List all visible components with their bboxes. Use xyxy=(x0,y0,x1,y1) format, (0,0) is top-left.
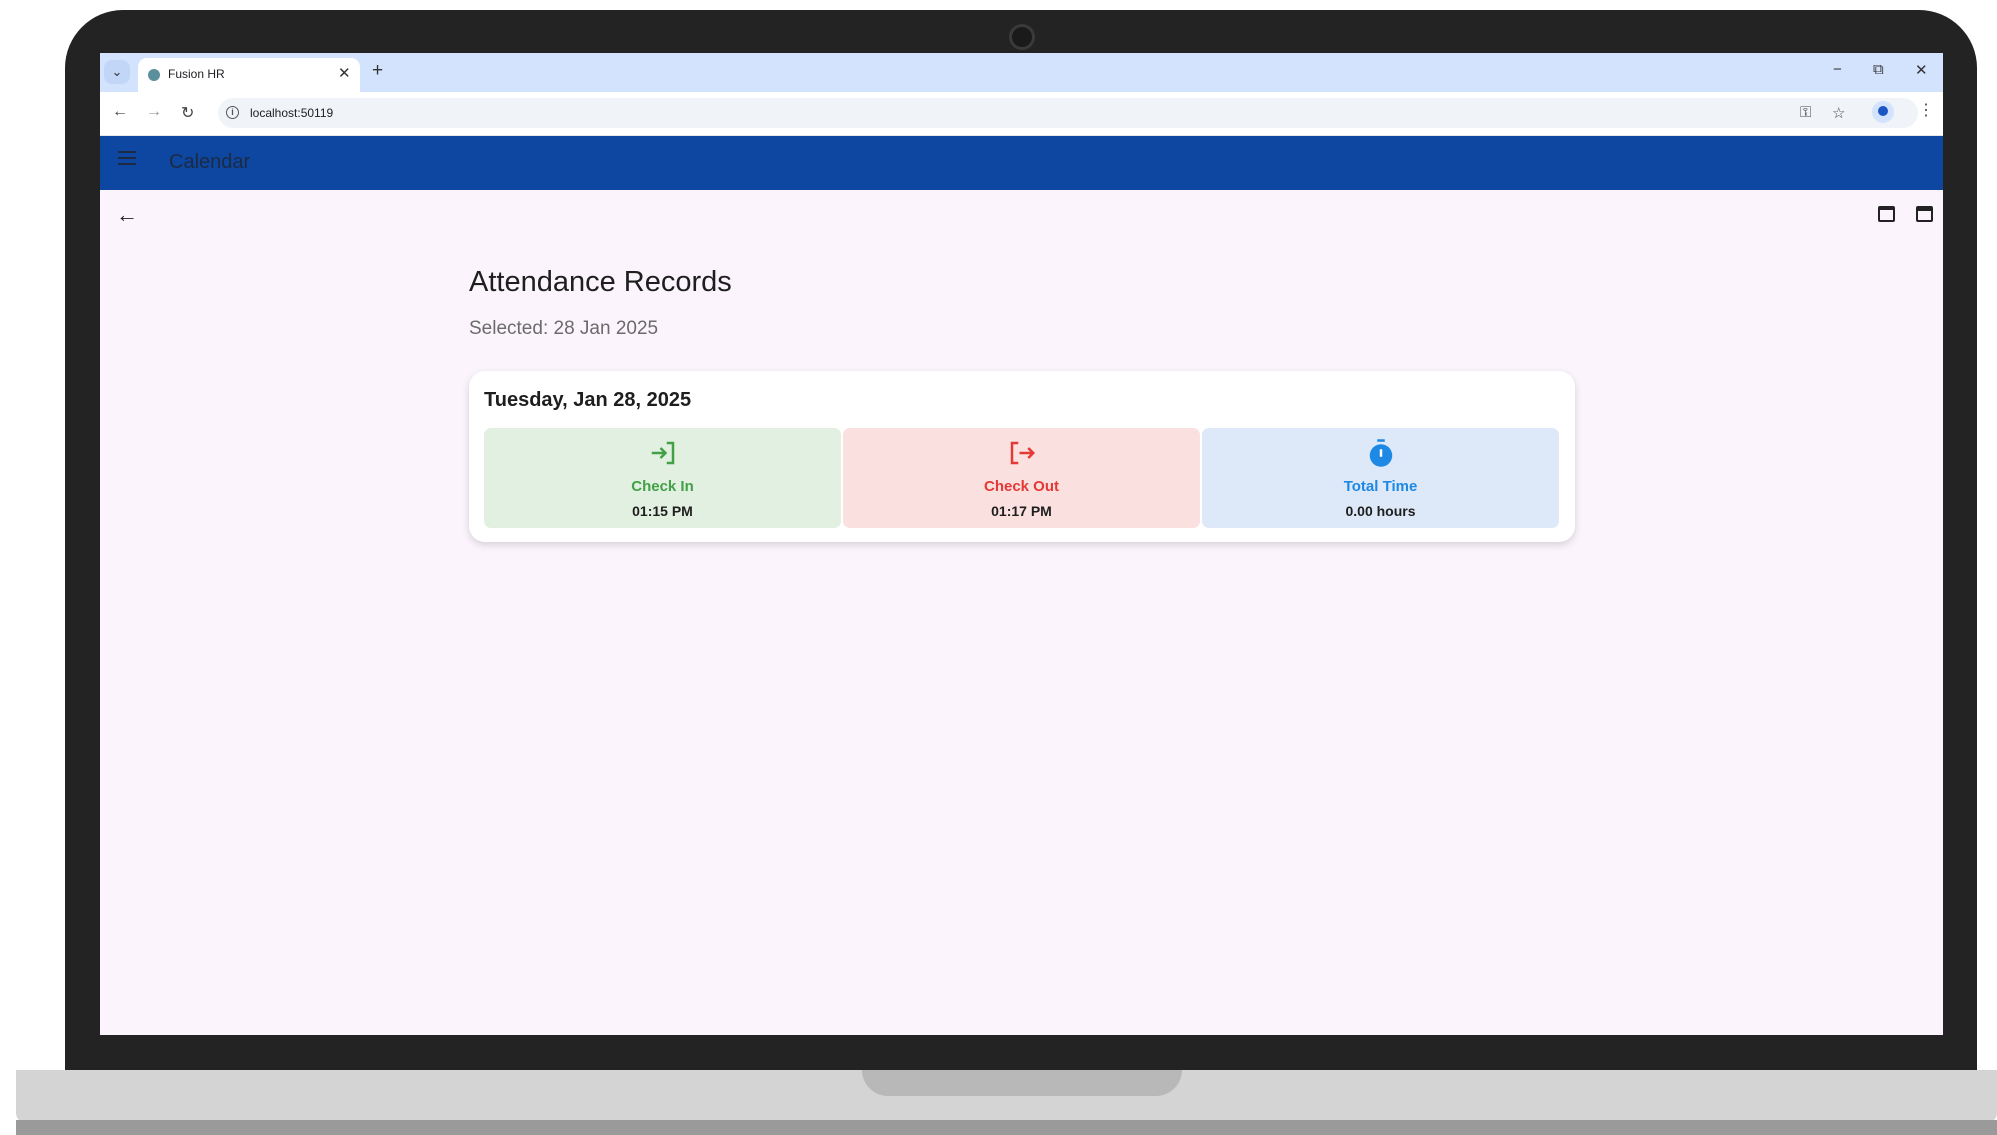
reload-icon[interactable]: ↻ xyxy=(181,103,194,123)
laptop-base-bottom xyxy=(16,1120,1997,1135)
total-time-tile: Total Time 0.00 hours xyxy=(1202,428,1559,528)
restore-icon[interactable]: ⧉ xyxy=(1873,61,1884,78)
calendar-month-icon[interactable] xyxy=(1916,206,1933,222)
check-out-tile: Check Out 01:17 PM xyxy=(843,428,1200,528)
hamburger-menu-icon[interactable] xyxy=(118,151,136,165)
close-window-icon[interactable]: ✕ xyxy=(1915,61,1928,79)
address-bar[interactable]: i localhost:50119 ⚿ ☆ xyxy=(218,98,1918,128)
tab-search-button[interactable]: ⌄ xyxy=(104,60,130,84)
card-date: Tuesday, Jan 28, 2025 xyxy=(484,389,692,411)
browser-toolbar: ← → ↻ i localhost:50119 ⚿ ☆ ⋮ xyxy=(100,92,1943,136)
tab-title: Fusion HR xyxy=(168,67,225,81)
favicon-icon xyxy=(148,69,160,81)
check-in-time: 01:15 PM xyxy=(632,503,693,519)
app-bar: Calendar xyxy=(100,136,1943,190)
total-time-label: Total Time xyxy=(1343,478,1418,495)
forward-nav-icon[interactable]: → xyxy=(146,103,162,121)
url-text[interactable]: localhost:50119 xyxy=(250,106,333,120)
webcam xyxy=(1009,24,1035,50)
site-info-icon[interactable]: i xyxy=(226,106,239,119)
calendar-icon[interactable] xyxy=(1878,206,1895,222)
back-arrow-icon[interactable]: ← xyxy=(116,202,138,228)
minimize-icon[interactable]: − xyxy=(1833,61,1842,78)
browser-menu-icon[interactable]: ⋮ xyxy=(1918,100,1934,120)
login-icon xyxy=(484,436,841,470)
total-time-value: 0.00 hours xyxy=(1345,503,1416,519)
check-in-label: Check In xyxy=(631,478,694,495)
check-in-tile: Check In 01:15 PM xyxy=(484,428,841,528)
password-key-icon[interactable]: ⚿ xyxy=(1800,104,1811,121)
back-nav-icon[interactable]: ← xyxy=(112,103,128,121)
new-tab-button[interactable]: + xyxy=(372,60,383,82)
browser-tab-strip: ⌄ Fusion HR ✕ + − ⧉ ✕ xyxy=(100,53,1943,92)
attendance-card: Tuesday, Jan 28, 2025 Check In 01:15 PM … xyxy=(469,371,1575,542)
screen: ⌄ Fusion HR ✕ + − ⧉ ✕ ← → ↻ i localhost:… xyxy=(100,53,1943,1035)
laptop-base-notch xyxy=(862,1070,1182,1096)
page-title: Attendance Records xyxy=(469,266,732,298)
bookmark-star-icon[interactable]: ☆ xyxy=(1832,104,1845,122)
app-bar-title: Calendar xyxy=(169,151,251,173)
check-out-time: 01:17 PM xyxy=(991,503,1052,519)
check-out-label: Check Out xyxy=(983,478,1059,495)
browser-tab[interactable]: Fusion HR ✕ xyxy=(138,58,360,92)
profile-avatar-icon[interactable] xyxy=(1872,101,1894,123)
selected-date-label: Selected: 28 Jan 2025 xyxy=(469,318,659,339)
tab-close-icon[interactable]: ✕ xyxy=(338,64,351,82)
timer-icon xyxy=(1202,436,1559,470)
logout-icon xyxy=(843,436,1200,470)
